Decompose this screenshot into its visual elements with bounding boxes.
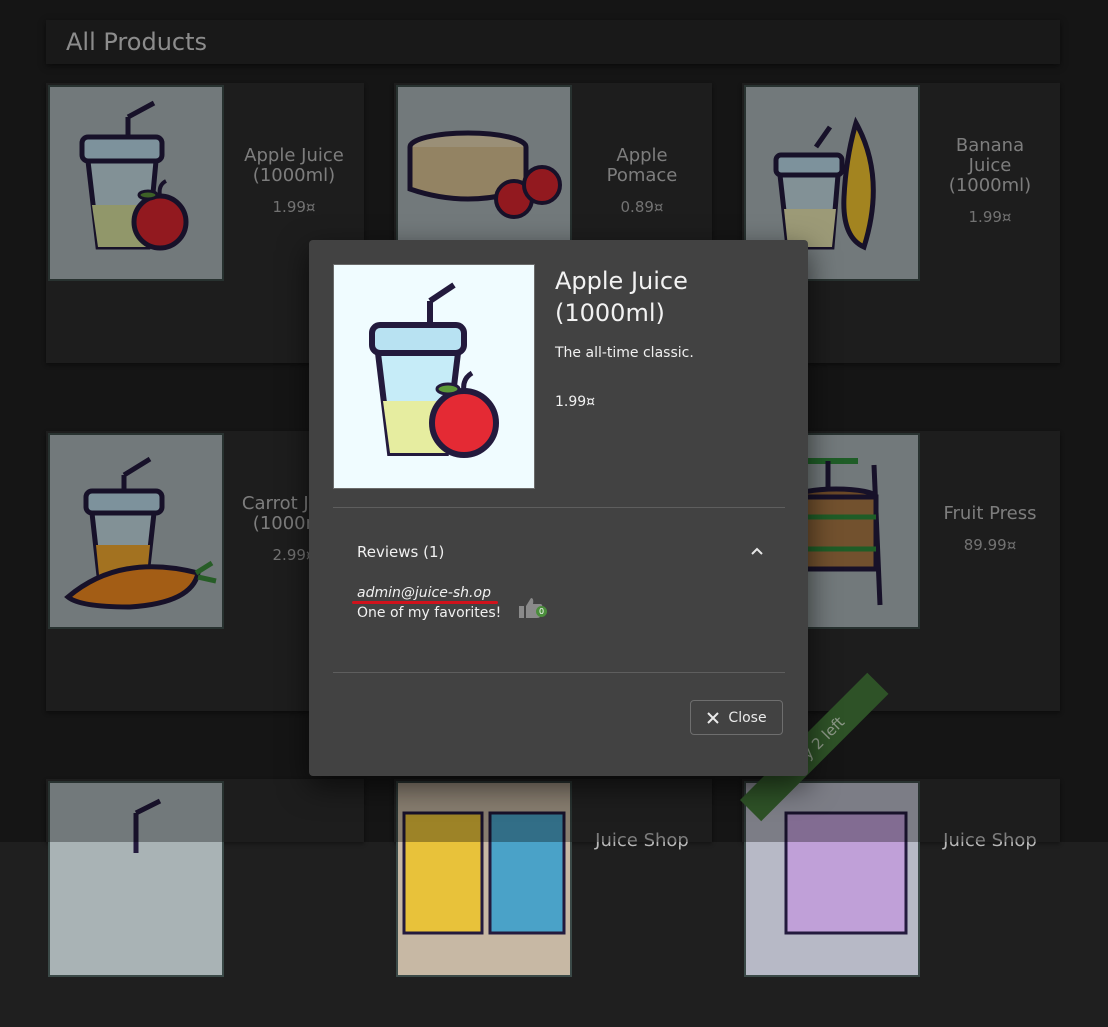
dialog-product-image xyxy=(333,264,535,489)
review-text: One of my favorites! xyxy=(357,605,502,621)
dialog-title: Apple Juice (1000ml) xyxy=(555,267,688,327)
reviews-header[interactable]: Reviews (1) xyxy=(357,543,444,561)
divider xyxy=(333,672,785,673)
close-icon xyxy=(707,711,720,724)
dialog-price: 1.99¤ xyxy=(555,394,596,410)
juice-apple-illustration xyxy=(369,282,499,458)
like-count-badge: 0 xyxy=(536,606,547,617)
divider xyxy=(333,507,785,508)
product-details-dialog: Apple Juice (1000ml) The all-time classi… xyxy=(309,240,808,776)
review-author: admin@juice-sh.op xyxy=(357,585,491,601)
author-underline xyxy=(352,601,498,604)
dialog-description: The all-time classic. xyxy=(555,345,694,361)
chevron-up-icon[interactable] xyxy=(747,541,767,561)
close-button-label: Close xyxy=(728,709,767,726)
close-button[interactable]: Close xyxy=(690,700,783,735)
